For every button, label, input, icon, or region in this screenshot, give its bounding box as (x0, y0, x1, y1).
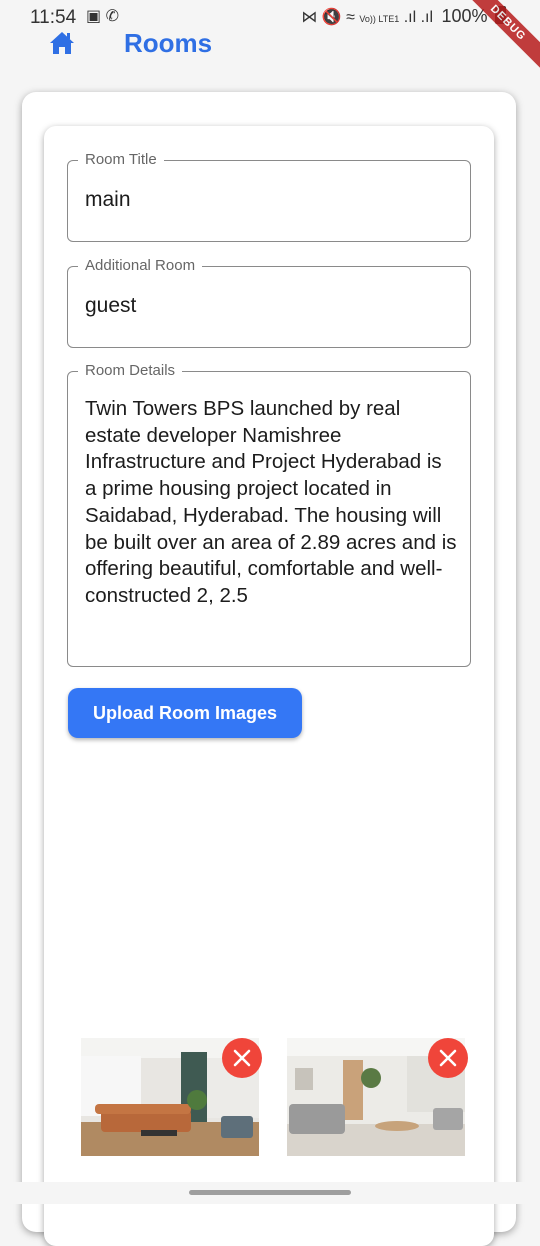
home-icon[interactable] (48, 30, 76, 56)
bluetooth-icon: ⋈ (301, 9, 318, 26)
app-header: Rooms (0, 28, 540, 62)
notification-icons: ▣ ✆ (86, 8, 119, 25)
wifi-icon: ≈ (346, 9, 355, 26)
room-details-value: Twin Towers BPS launched by real estate … (85, 397, 457, 607)
room-details-label: Room Details (78, 362, 183, 379)
status-indicators: ⋈ 🔇 ≈ Vo)) LTE1 .ıl .ıl 100% (301, 6, 506, 27)
signal-icon: .ıl .ıl (403, 9, 434, 26)
close-icon (233, 1049, 251, 1067)
additional-room-label: Additional Room (78, 257, 203, 274)
home-indicator[interactable] (189, 1190, 351, 1195)
additional-room-value: guest (85, 294, 137, 317)
mute-icon: 🔇 (321, 9, 342, 26)
room-title-field[interactable]: Room Title main (67, 151, 471, 242)
remove-image-2-button[interactable] (428, 1038, 468, 1078)
remove-image-1-button[interactable] (222, 1038, 262, 1078)
signal-label: Vo)) LTE1 (359, 14, 400, 24)
additional-room-field[interactable]: Additional Room guest (67, 257, 471, 348)
close-icon (439, 1049, 457, 1067)
room-title-value: main (85, 188, 131, 211)
room-details-field[interactable]: Room Details Twin Towers BPS launched by… (67, 362, 471, 667)
upload-room-images-button[interactable]: Upload Room Images (68, 688, 302, 738)
page-title: Rooms (124, 28, 213, 58)
room-title-label: Room Title (78, 151, 164, 168)
status-time: 11:54 (30, 7, 77, 28)
